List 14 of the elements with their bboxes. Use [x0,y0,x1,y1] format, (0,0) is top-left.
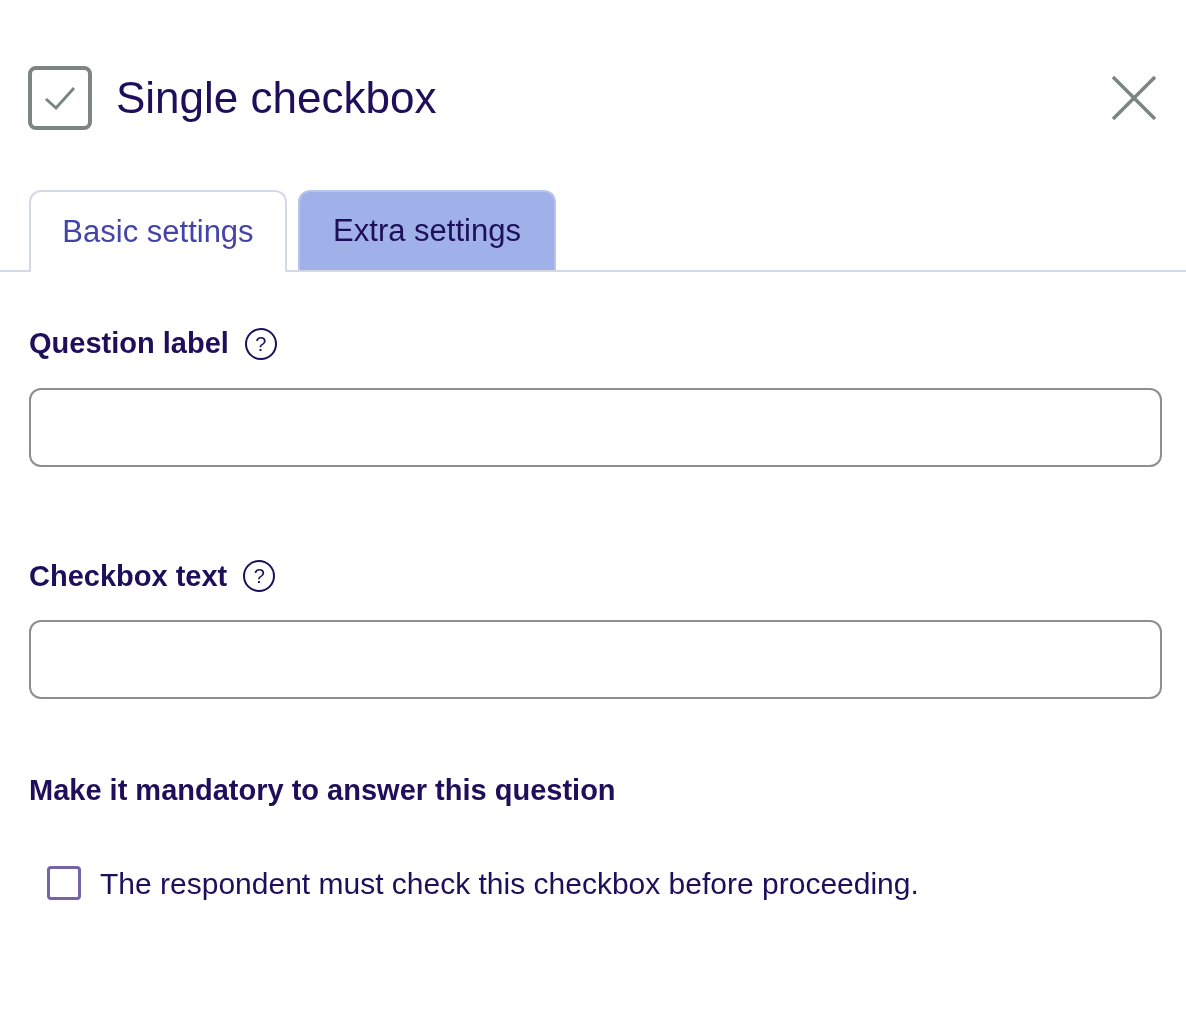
tab[interactable]: Extra settings [298,190,556,270]
section-heading: Make it mandatory to answer this question [29,773,617,808]
help-icon[interactable]: ? [244,327,277,360]
text-field[interactable] [29,620,1162,699]
checkbox-label: The respondent must check this checkbox before proceeding. [100,865,919,902]
field-label: Checkbox text [29,558,228,594]
checkbox[interactable] [47,866,81,900]
checkbox-icon [28,66,92,130]
text-field[interactable] [29,387,1162,467]
close-button[interactable] [1110,74,1158,122]
dialog-title: Single checkbox [116,76,437,120]
help-icon[interactable]: ? [243,560,276,593]
tab[interactable]: Basic settings [29,190,287,272]
field-label: Question label [29,326,229,361]
